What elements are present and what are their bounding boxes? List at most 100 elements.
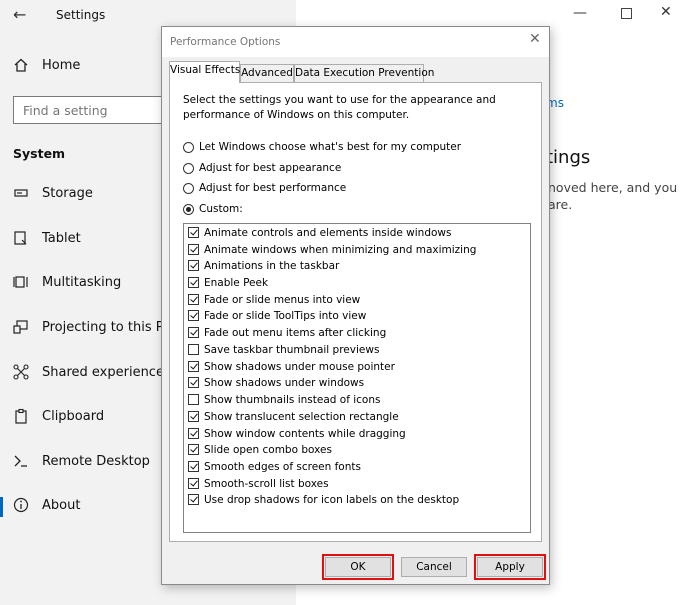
dialog-titlebar[interactable]: Performance Options ✕ bbox=[162, 27, 549, 57]
option-drop-shadows-icon-labels[interactable]: Use drop shadows for icon labels on the … bbox=[188, 492, 459, 507]
option-label: Fade out menu items after clicking bbox=[204, 326, 387, 339]
sidebar-item-label: Shared experiences bbox=[42, 365, 171, 380]
option-label: Show thumbnails instead of icons bbox=[204, 393, 381, 406]
option-label: Fade or slide menus into view bbox=[204, 293, 361, 306]
home-icon bbox=[12, 57, 30, 75]
background-text-fragment: noved here, and you bbox=[548, 180, 678, 195]
option-window-contents-dragging[interactable]: Show window contents while dragging bbox=[188, 426, 406, 441]
option-label: Enable Peek bbox=[204, 276, 269, 289]
minimize-icon[interactable]: — bbox=[573, 5, 587, 21]
checkbox[interactable] bbox=[188, 444, 199, 455]
option-label: Animate controls and elements inside win… bbox=[204, 226, 452, 239]
sidebar-item-label: Storage bbox=[42, 186, 93, 201]
option-label: Show shadows under windows bbox=[204, 376, 365, 389]
option-slide-combo-boxes[interactable]: Slide open combo boxes bbox=[188, 442, 332, 457]
checkbox[interactable] bbox=[188, 327, 199, 338]
option-shadows-mouse-pointer[interactable]: Show shadows under mouse pointer bbox=[188, 359, 395, 374]
ok-button[interactable]: OK bbox=[322, 554, 394, 580]
option-smooth-scroll[interactable]: Smooth-scroll list boxes bbox=[188, 476, 329, 491]
visual-effects-panel: Select the settings you want to use for … bbox=[169, 82, 542, 542]
option-label: Show window contents while dragging bbox=[204, 427, 406, 440]
checkbox[interactable] bbox=[188, 294, 199, 305]
checkbox[interactable] bbox=[188, 344, 199, 355]
checkbox[interactable] bbox=[188, 377, 199, 388]
remote-desktop-icon bbox=[12, 453, 30, 471]
option-thumbnails-instead-icons[interactable]: Show thumbnails instead of icons bbox=[188, 392, 380, 407]
checkbox[interactable] bbox=[188, 461, 199, 472]
option-smooth-fonts[interactable]: Smooth edges of screen fonts bbox=[188, 459, 361, 474]
checkbox[interactable] bbox=[188, 277, 199, 288]
about-icon bbox=[12, 497, 30, 515]
option-animations-taskbar[interactable]: Animations in the taskbar bbox=[188, 258, 339, 273]
option-animate-windows[interactable]: Animate windows when minimizing and maxi… bbox=[188, 242, 476, 257]
tablet-icon bbox=[12, 230, 30, 248]
storage-icon bbox=[12, 185, 30, 203]
background-heading-fragment: tings bbox=[546, 147, 591, 168]
back-arrow-icon[interactable]: ← bbox=[13, 5, 26, 24]
cancel-button[interactable]: Cancel bbox=[401, 557, 467, 577]
checkbox[interactable] bbox=[188, 310, 199, 321]
option-label: Save taskbar thumbnail previews bbox=[204, 343, 380, 356]
radio-label: Custom: bbox=[199, 203, 243, 215]
option-label: Smooth edges of screen fonts bbox=[204, 460, 361, 473]
option-label: Animations in the taskbar bbox=[204, 259, 340, 272]
checkbox[interactable] bbox=[188, 478, 199, 489]
projecting-icon bbox=[12, 319, 30, 337]
tab-advanced[interactable]: Advanced bbox=[240, 64, 294, 82]
section-title-system: System bbox=[13, 146, 66, 161]
option-label: Show translucent selection rectangle bbox=[204, 410, 399, 423]
checkbox[interactable] bbox=[188, 494, 199, 505]
sidebar-item-label: About bbox=[42, 498, 81, 513]
multitasking-icon bbox=[12, 274, 30, 292]
settings-title: Settings bbox=[56, 8, 106, 22]
sidebar-item-label: Remote Desktop bbox=[42, 454, 150, 469]
option-label: Slide open combo boxes bbox=[204, 443, 332, 456]
checkbox[interactable] bbox=[188, 227, 199, 238]
checkbox[interactable] bbox=[188, 428, 199, 439]
radio-button[interactable] bbox=[183, 203, 194, 215]
option-label: Use drop shadows for icon labels on the … bbox=[204, 493, 460, 506]
checkbox[interactable] bbox=[188, 361, 199, 372]
radio-let-windows-choose[interactable]: Let Windows choose what's best for my co… bbox=[183, 139, 461, 155]
close-window-icon[interactable]: ✕ bbox=[660, 4, 672, 20]
dialog-title: Performance Options bbox=[170, 36, 281, 48]
option-label: Show shadows under mouse pointer bbox=[204, 360, 395, 373]
radio-label: Let Windows choose what's best for my co… bbox=[199, 141, 462, 153]
tab-visual-effects[interactable]: Visual Effects bbox=[169, 61, 240, 83]
shared-experiences-icon bbox=[12, 364, 30, 382]
apply-button[interactable]: Apply bbox=[474, 554, 546, 580]
radio-label: Adjust for best performance bbox=[199, 182, 347, 194]
checkbox[interactable] bbox=[188, 260, 199, 271]
maximize-icon[interactable] bbox=[621, 8, 632, 19]
performance-options-dialog: Performance Options ✕ Visual Effects Adv… bbox=[161, 26, 550, 585]
radio-label: Adjust for best appearance bbox=[199, 162, 342, 174]
option-translucent-selection[interactable]: Show translucent selection rectangle bbox=[188, 409, 399, 424]
radio-custom[interactable]: Custom: bbox=[183, 201, 243, 217]
checkbox[interactable] bbox=[188, 244, 199, 255]
option-shadows-windows[interactable]: Show shadows under windows bbox=[188, 375, 364, 390]
sidebar-item-label: Tablet bbox=[42, 231, 81, 246]
option-fade-tooltips[interactable]: Fade or slide ToolTips into view bbox=[188, 308, 366, 323]
option-label: Animate windows when minimizing and maxi… bbox=[204, 243, 477, 256]
checkbox[interactable] bbox=[188, 394, 199, 405]
option-enable-peek[interactable]: Enable Peek bbox=[188, 275, 268, 290]
dialog-close-icon[interactable]: ✕ bbox=[529, 31, 541, 47]
radio-button[interactable] bbox=[183, 162, 194, 174]
background-text-fragment: are. bbox=[548, 197, 573, 212]
radio-best-appearance[interactable]: Adjust for best appearance bbox=[183, 160, 341, 176]
radio-best-performance[interactable]: Adjust for best performance bbox=[183, 180, 346, 196]
checkbox[interactable] bbox=[188, 411, 199, 422]
sidebar-item-label: Multitasking bbox=[42, 275, 122, 290]
option-save-thumbnail-previews[interactable]: Save taskbar thumbnail previews bbox=[188, 342, 379, 357]
tab-data-execution-prevention[interactable]: Data Execution Prevention bbox=[294, 64, 434, 82]
sidebar-item-label: Home bbox=[42, 58, 81, 73]
option-fade-menus[interactable]: Fade or slide menus into view bbox=[188, 292, 360, 307]
radio-button[interactable] bbox=[183, 182, 194, 194]
radio-button[interactable] bbox=[183, 141, 194, 153]
sidebar-item-label: Clipboard bbox=[42, 409, 105, 424]
panel-description: Select the settings you want to use for … bbox=[183, 94, 496, 121]
option-label: Fade or slide ToolTips into view bbox=[204, 309, 367, 322]
option-animate-controls[interactable]: Animate controls and elements inside win… bbox=[188, 225, 451, 240]
option-fade-menu-items[interactable]: Fade out menu items after clicking bbox=[188, 325, 386, 340]
visual-effects-list[interactable]: Animate controls and elements inside win… bbox=[183, 223, 531, 533]
